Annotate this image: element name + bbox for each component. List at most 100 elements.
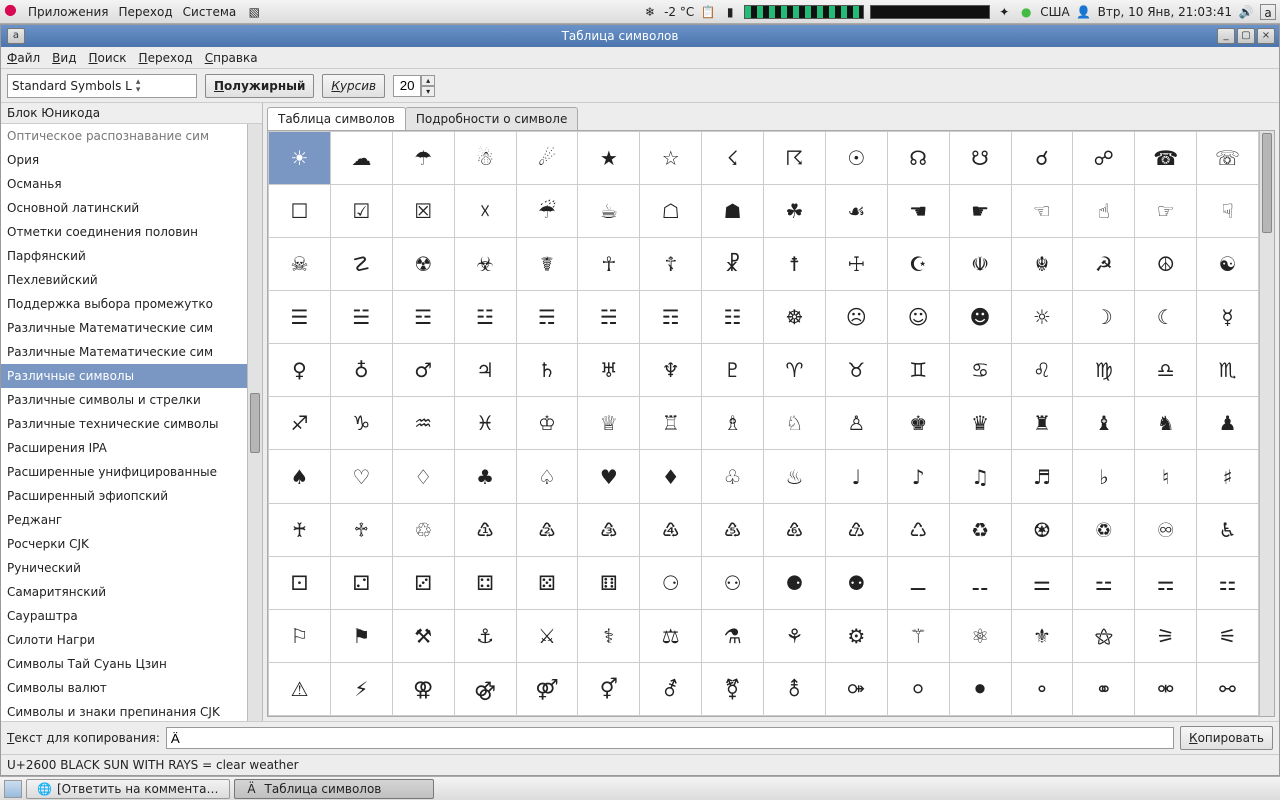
char-cell[interactable]: ⚕ <box>578 609 640 662</box>
char-cell[interactable]: ☑ <box>330 185 392 238</box>
char-cell[interactable]: ☥ <box>578 238 640 291</box>
block-list-item[interactable]: Ория <box>1 148 262 172</box>
char-cell[interactable]: ♙ <box>825 397 887 450</box>
char-cell[interactable]: ⚥ <box>578 662 640 715</box>
char-cell[interactable]: ☨ <box>764 238 826 291</box>
char-cell[interactable]: ☻ <box>949 291 1011 344</box>
char-cell[interactable]: ♕ <box>578 397 640 450</box>
char-cell[interactable]: ♢ <box>392 450 454 503</box>
char-cell[interactable]: ☗ <box>702 185 764 238</box>
keyboard-layout[interactable]: США <box>1040 5 1069 19</box>
char-cell[interactable]: ⚗ <box>702 609 764 662</box>
char-cell[interactable]: ⚧ <box>702 662 764 715</box>
char-cell[interactable]: ⚎ <box>1135 556 1197 609</box>
sidebar-header[interactable]: Блок Юникода <box>1 103 262 124</box>
char-cell[interactable]: ⚝ <box>1073 609 1135 662</box>
char-cell[interactable]: ♥ <box>578 450 640 503</box>
char-cell[interactable]: ☢ <box>392 238 454 291</box>
grid-scroll-thumb[interactable] <box>1262 133 1272 233</box>
char-cell[interactable]: ♺ <box>887 503 949 556</box>
tab-details[interactable]: Подробности о символе <box>405 107 578 130</box>
grid-scrollbar[interactable] <box>1259 131 1274 716</box>
char-cell[interactable]: ☔ <box>516 185 578 238</box>
char-cell[interactable]: ☶ <box>640 291 702 344</box>
char-cell[interactable]: ⚢ <box>392 662 454 715</box>
char-cell[interactable]: ♵ <box>578 503 640 556</box>
char-cell[interactable]: ⚠ <box>269 662 331 715</box>
block-list-item[interactable]: Основной латинский <box>1 196 262 220</box>
char-cell[interactable]: ♳ <box>454 503 516 556</box>
char-cell[interactable]: ⚊ <box>887 556 949 609</box>
char-cell[interactable]: ☼ <box>1011 291 1073 344</box>
char-cell[interactable]: ⚐ <box>269 609 331 662</box>
char-cell[interactable]: ⚞ <box>1135 609 1197 662</box>
spin-up-icon[interactable]: ▴ <box>421 75 435 86</box>
char-cell[interactable]: ⚒ <box>392 609 454 662</box>
char-cell[interactable]: ♦ <box>640 450 702 503</box>
char-cell[interactable]: ♅ <box>578 344 640 397</box>
char-cell[interactable]: ☀ <box>269 132 331 185</box>
char-cell[interactable]: ♊ <box>887 344 949 397</box>
update-icon[interactable]: ✦ <box>996 4 1012 20</box>
char-cell[interactable]: ♼ <box>1011 503 1073 556</box>
block-list-item[interactable]: Расширенный эфиопский <box>1 484 262 508</box>
char-cell[interactable]: ☖ <box>640 185 702 238</box>
menu-go[interactable]: Переход <box>139 51 193 65</box>
char-cell[interactable]: ♿ <box>1197 503 1259 556</box>
char-cell[interactable]: ♞ <box>1135 397 1197 450</box>
menu-help[interactable]: Справка <box>205 51 258 65</box>
char-cell[interactable]: ♶ <box>640 503 702 556</box>
char-cell[interactable]: ♗ <box>702 397 764 450</box>
char-cell[interactable]: ⚯ <box>1197 662 1259 715</box>
block-list-item[interactable]: Росчерки CJK <box>1 532 262 556</box>
show-desktop-icon[interactable] <box>4 780 22 798</box>
char-cell[interactable]: ♴ <box>516 503 578 556</box>
char-cell[interactable]: ⚘ <box>764 609 826 662</box>
block-list-item[interactable]: Реджанг <box>1 508 262 532</box>
char-cell[interactable]: ☋ <box>949 132 1011 185</box>
block-list-item[interactable]: Символы Тай Суань Цзин <box>1 652 262 676</box>
char-cell[interactable]: ☟ <box>1197 185 1259 238</box>
char-cell[interactable]: ♄ <box>516 344 578 397</box>
char-cell[interactable]: ⚑ <box>330 609 392 662</box>
char-cell[interactable]: ⚍ <box>1073 556 1135 609</box>
char-cell[interactable]: ⚭ <box>1073 662 1135 715</box>
menu-search[interactable]: Поиск <box>89 51 127 65</box>
minimize-button[interactable]: _ <box>1217 28 1235 44</box>
volume-icon[interactable]: 🔊 <box>1238 4 1254 20</box>
char-cell[interactable]: ☷ <box>702 291 764 344</box>
italic-button[interactable]: Курсив <box>322 74 385 98</box>
char-cell[interactable]: ♭ <box>1073 450 1135 503</box>
char-cell[interactable]: ☚ <box>887 185 949 238</box>
char-cell[interactable]: ☦ <box>640 238 702 291</box>
char-cell[interactable]: ♎ <box>1135 344 1197 397</box>
char-cell[interactable]: ☴ <box>516 291 578 344</box>
char-cell[interactable]: ☌ <box>1011 132 1073 185</box>
block-list-item[interactable]: Отметки соединения половин <box>1 220 262 244</box>
char-cell[interactable]: ☰ <box>269 291 331 344</box>
char-cell[interactable]: ☝ <box>1073 185 1135 238</box>
char-cell[interactable]: ♱ <box>330 503 392 556</box>
char-cell[interactable]: ♐ <box>269 397 331 450</box>
sidebar-scrollbar[interactable] <box>247 124 262 721</box>
char-cell[interactable]: ♰ <box>269 503 331 556</box>
titlebar[interactable]: a Таблица символов _ ▢ × <box>1 25 1279 47</box>
char-cell[interactable]: ☤ <box>516 238 578 291</box>
char-cell[interactable]: ♤ <box>516 450 578 503</box>
char-cell[interactable]: ⚣ <box>454 662 516 715</box>
char-cell[interactable]: ♮ <box>1135 450 1197 503</box>
block-list-item[interactable]: Османья <box>1 172 262 196</box>
char-cell[interactable]: ★ <box>578 132 640 185</box>
char-cell[interactable]: ☆ <box>640 132 702 185</box>
char-cell[interactable]: ⚄ <box>516 556 578 609</box>
sidebar-scroll-thumb[interactable] <box>250 393 260 453</box>
char-cell[interactable]: ☞ <box>1135 185 1197 238</box>
char-cell[interactable]: ☯ <box>1197 238 1259 291</box>
menu-file[interactable]: Файл <box>7 51 40 65</box>
tab-table[interactable]: Таблица символов <box>267 107 406 130</box>
block-list-item[interactable]: Силоти Нагри <box>1 628 262 652</box>
char-cell[interactable]: ♇ <box>702 344 764 397</box>
char-cell[interactable]: ♉ <box>825 344 887 397</box>
char-cell[interactable]: ☭ <box>1073 238 1135 291</box>
char-cell[interactable]: ⚉ <box>825 556 887 609</box>
